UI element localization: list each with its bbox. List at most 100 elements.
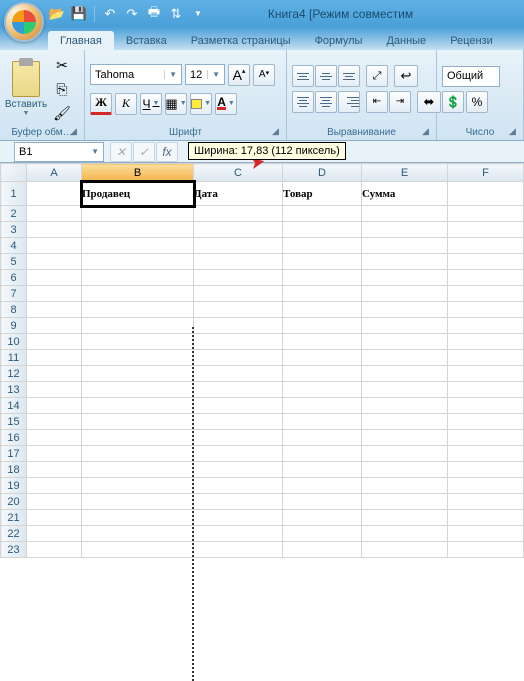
align-right-button[interactable] — [338, 91, 360, 113]
percent-format-button[interactable]: % — [466, 91, 488, 113]
cell-E9[interactable] — [362, 318, 448, 334]
cell-B10[interactable] — [82, 334, 194, 350]
cell-A2[interactable] — [27, 206, 82, 222]
row-header-7[interactable]: 7 — [1, 286, 27, 302]
undo-icon[interactable]: ↶ — [101, 5, 119, 23]
chevron-down-icon[interactable]: ▼ — [180, 100, 187, 107]
cell-B3[interactable] — [82, 222, 194, 238]
bold-button[interactable]: Ж — [90, 93, 112, 115]
qat-customize-icon[interactable]: ▼ — [189, 5, 207, 23]
orientation-button[interactable]: ⤢ — [366, 65, 388, 87]
row-header-18[interactable]: 18 — [1, 462, 27, 478]
font-size-combo[interactable]: 12 ▼ — [185, 64, 225, 85]
row-header-4[interactable]: 4 — [1, 238, 27, 254]
cell-B22[interactable] — [82, 526, 194, 542]
cell-D13[interactable] — [283, 382, 362, 398]
cell-E7[interactable] — [362, 286, 448, 302]
cell-D20[interactable] — [283, 494, 362, 510]
cell-C10[interactable] — [194, 334, 283, 350]
sort-icon[interactable]: ⇅ — [167, 5, 185, 23]
cell-D1[interactable]: Товар — [283, 182, 362, 206]
cell-D17[interactable] — [283, 446, 362, 462]
cell-F22[interactable] — [448, 526, 524, 542]
accounting-format-button[interactable]: 💲 — [442, 91, 464, 113]
cell-A23[interactable] — [27, 542, 82, 558]
row-header-22[interactable]: 22 — [1, 526, 27, 542]
row-header-13[interactable]: 13 — [1, 382, 27, 398]
cell-C1[interactable]: Дата — [194, 182, 283, 206]
font-name-combo[interactable]: Tahoma ▼ — [90, 64, 182, 85]
cell-A5[interactable] — [27, 254, 82, 270]
cell-B1[interactable]: Продавец — [82, 182, 194, 206]
decrease-indent-button[interactable]: ⇤ — [366, 91, 388, 113]
cell-A8[interactable] — [27, 302, 82, 318]
cell-D8[interactable] — [283, 302, 362, 318]
row-header-8[interactable]: 8 — [1, 302, 27, 318]
increase-font-button[interactable]: A▴ — [228, 64, 250, 86]
cell-F13[interactable] — [448, 382, 524, 398]
cell-E16[interactable] — [362, 430, 448, 446]
folder-open-icon[interactable]: 📂 — [48, 5, 66, 23]
cell-D9[interactable] — [283, 318, 362, 334]
cell-A22[interactable] — [27, 526, 82, 542]
cell-B11[interactable] — [82, 350, 194, 366]
cell-D6[interactable] — [283, 270, 362, 286]
cell-E4[interactable] — [362, 238, 448, 254]
cell-C6[interactable] — [194, 270, 283, 286]
cell-B16[interactable] — [82, 430, 194, 446]
chevron-down-icon[interactable]: ▼ — [153, 100, 160, 107]
cell-E17[interactable] — [362, 446, 448, 462]
cell-A11[interactable] — [27, 350, 82, 366]
cell-A7[interactable] — [27, 286, 82, 302]
row-header-1[interactable]: 1 — [1, 182, 27, 206]
cell-C17[interactable] — [194, 446, 283, 462]
row-header-17[interactable]: 17 — [1, 446, 27, 462]
cell-C13[interactable] — [194, 382, 283, 398]
tab-insert[interactable]: Вставка — [114, 31, 179, 50]
cut-button[interactable]: ✂ — [50, 54, 74, 76]
cell-F7[interactable] — [448, 286, 524, 302]
cell-A10[interactable] — [27, 334, 82, 350]
cell-D2[interactable] — [283, 206, 362, 222]
cell-F9[interactable] — [448, 318, 524, 334]
cell-D7[interactable] — [283, 286, 362, 302]
cell-C15[interactable] — [194, 414, 283, 430]
cell-A1[interactable] — [27, 182, 82, 206]
tab-page-layout[interactable]: Разметка страницы — [179, 31, 303, 50]
tab-formulas[interactable]: Формулы — [303, 31, 375, 50]
cell-E14[interactable] — [362, 398, 448, 414]
cell-F5[interactable] — [448, 254, 524, 270]
cell-B2[interactable] — [82, 206, 194, 222]
format-painter-button[interactable]: 🖌 — [50, 102, 74, 124]
align-bottom-button[interactable] — [338, 65, 360, 87]
row-header-15[interactable]: 15 — [1, 414, 27, 430]
cell-F23[interactable] — [448, 542, 524, 558]
cell-E15[interactable] — [362, 414, 448, 430]
cell-D23[interactable] — [283, 542, 362, 558]
cell-D22[interactable] — [283, 526, 362, 542]
cell-B6[interactable] — [82, 270, 194, 286]
cell-C7[interactable] — [194, 286, 283, 302]
row-header-19[interactable]: 19 — [1, 478, 27, 494]
cell-C16[interactable] — [194, 430, 283, 446]
row-header-11[interactable]: 11 — [1, 350, 27, 366]
chevron-down-icon[interactable]: ▼ — [164, 70, 177, 79]
cell-D11[interactable] — [283, 350, 362, 366]
cell-B18[interactable] — [82, 462, 194, 478]
cell-B19[interactable] — [82, 478, 194, 494]
cell-F1[interactable] — [448, 182, 524, 206]
cell-B9[interactable] — [82, 318, 194, 334]
column-header-a[interactable]: A — [27, 164, 82, 182]
cell-B17[interactable] — [82, 446, 194, 462]
column-header-b[interactable]: B — [82, 164, 194, 182]
number-format-combo[interactable]: Общий — [442, 66, 500, 87]
cell-B20[interactable] — [82, 494, 194, 510]
cell-F11[interactable] — [448, 350, 524, 366]
cell-C4[interactable] — [194, 238, 283, 254]
wrap-text-button[interactable]: ↩ — [394, 65, 418, 87]
cell-A13[interactable] — [27, 382, 82, 398]
row-header-6[interactable]: 6 — [1, 270, 27, 286]
row-header-14[interactable]: 14 — [1, 398, 27, 414]
cell-F12[interactable] — [448, 366, 524, 382]
column-header-f[interactable]: F — [448, 164, 524, 182]
